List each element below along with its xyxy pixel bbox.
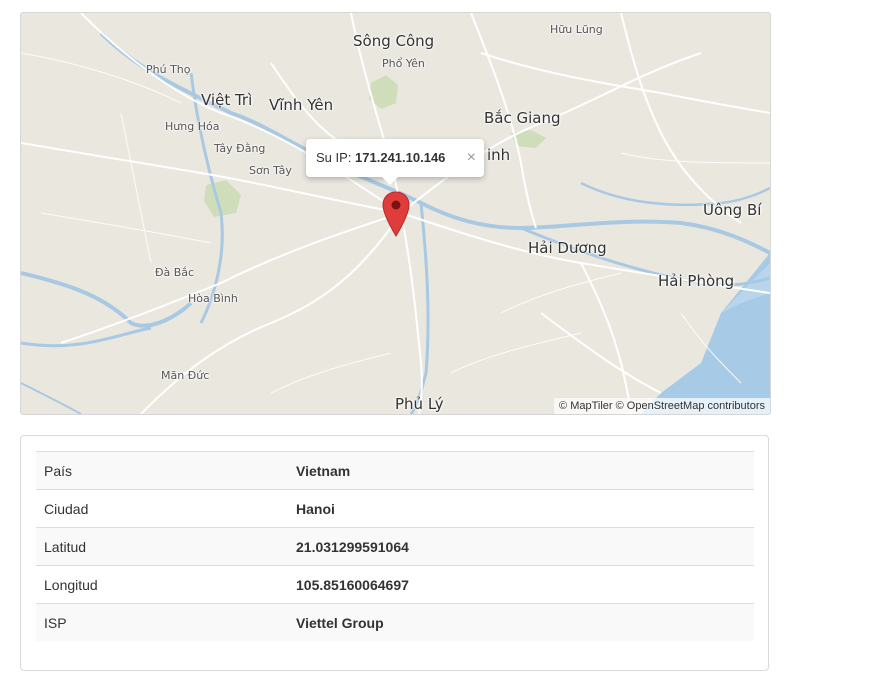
popup-ip: 171.241.10.146 [355,150,446,165]
place-label: Uông Bí [703,201,762,219]
place-label: Hòa Bình [188,292,238,305]
info-table: País Vietnam Ciudad Hanoi Latitud 21.031… [36,451,754,641]
place-label: Sông Công [353,32,435,50]
row-value: Vietnam [288,451,754,490]
info-panel: País Vietnam Ciudad Hanoi Latitud 21.031… [20,435,769,671]
table-row: ISP Viettel Group [36,603,754,641]
place-label: Vĩnh Yên [269,96,334,114]
close-icon[interactable]: × [467,139,476,177]
table-row: País Vietnam [36,451,754,490]
table-row: Ciudad Hanoi [36,489,754,528]
place-label: Đà Bắc [155,266,195,279]
map-attribution[interactable]: © MapTiler © OpenStreetMap contributors [554,398,770,414]
row-label: ISP [36,603,288,641]
row-label: Longitud [36,565,288,604]
place-label: Việt Trì [201,91,253,109]
row-label: Ciudad [36,489,288,528]
table-row: Longitud 105.85160064697 [36,565,754,604]
place-label: Hưng Hóa [165,120,220,133]
row-value: 105.85160064697 [288,565,754,604]
table-row: Latitud 21.031299591064 [36,527,754,566]
row-label: País [36,451,288,490]
place-label: Phú Thọ [146,63,191,76]
place-label: Hải Phòng [658,272,735,290]
ip-popup: Su IP: 171.241.10.146 × [306,139,484,185]
place-label: Hải Dương [528,239,607,257]
place-label: Sơn Tây [249,164,292,177]
map-pin-icon[interactable] [382,191,410,237]
place-label: inh [487,146,511,164]
row-value: 21.031299591064 [288,527,754,566]
place-label: Phủ Lý [395,395,444,413]
place-label: Mãn Đức [161,369,210,382]
place-label: Phổ Yên [382,57,425,70]
row-value: Hanoi [288,489,754,528]
place-label: Tây Đằng [214,142,266,155]
place-label: Hữu Lũng [550,23,603,36]
popup-prefix: Su IP: [316,150,352,165]
row-label: Latitud [36,527,288,566]
popup-tip [382,177,398,185]
place-label: Bắc Giang [484,109,561,127]
map-view[interactable]: Sông Công Việt Trì Vĩnh Yên Bắc Giang Uô… [20,12,771,415]
row-value: Viettel Group [288,603,754,641]
